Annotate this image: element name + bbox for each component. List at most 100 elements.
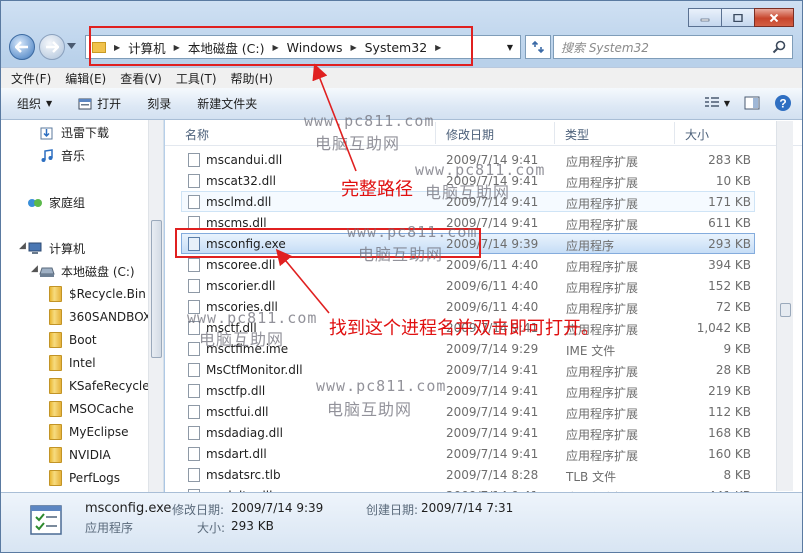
nav-folder-recycle-bin[interactable]: $Recycle.Bin bbox=[49, 286, 146, 302]
file-name: MsCtfMonitor.dll bbox=[206, 363, 303, 377]
menu-file[interactable]: 文件(F) bbox=[11, 70, 51, 87]
watermark-name: 电脑互助网 bbox=[315, 134, 401, 153]
window-caption-buttons bbox=[688, 8, 794, 27]
watermark-url: www.pc811.com bbox=[415, 161, 546, 179]
file-size: 283 KB bbox=[708, 153, 751, 167]
nav-item-homegroup[interactable]: 家庭组 bbox=[27, 194, 85, 211]
forward-arrow-icon bbox=[46, 41, 59, 53]
file-icon bbox=[188, 195, 200, 209]
file-type: 应用程序扩展 bbox=[566, 449, 639, 463]
nav-folder-label: MyEclipse bbox=[69, 425, 129, 439]
nav-folder-myeclipse[interactable]: MyEclipse bbox=[49, 424, 129, 440]
nav-item-local-disk[interactable]: 本地磁盘 (C:) bbox=[39, 263, 135, 280]
column-divider[interactable] bbox=[554, 122, 555, 144]
preview-pane-icon[interactable] bbox=[744, 96, 760, 110]
organize-label: 组织 bbox=[17, 97, 42, 111]
nav-item-computer[interactable]: 计算机 bbox=[27, 240, 85, 257]
column-divider[interactable] bbox=[674, 122, 675, 144]
file-date: 2009/6/11 4:40 bbox=[446, 300, 539, 314]
refresh-button[interactable] bbox=[525, 35, 551, 59]
file-date: 2009/7/14 8:28 bbox=[446, 468, 539, 482]
file-type: 应用程序扩展 bbox=[566, 176, 639, 190]
file-name: msctfp.dll bbox=[206, 384, 266, 398]
watermark-name: 电脑互助网 bbox=[199, 330, 285, 349]
details-modified-value: 2009/7/14 9:39 bbox=[231, 501, 324, 515]
file-size: 112 KB bbox=[708, 405, 751, 419]
nav-folder-label: 360SANDBOX bbox=[69, 310, 152, 324]
maximize-button[interactable] bbox=[721, 8, 755, 27]
file-list-scroll-thumb[interactable] bbox=[780, 303, 791, 317]
menu-tools[interactable]: 工具(T) bbox=[176, 70, 217, 87]
open-button[interactable]: 打开 bbox=[78, 95, 121, 112]
file-type: 应用程序扩展 bbox=[566, 428, 639, 442]
folder-icon bbox=[49, 424, 62, 440]
column-name[interactable]: 名称 bbox=[185, 126, 209, 143]
nav-scroll-thumb[interactable] bbox=[151, 220, 162, 358]
file-size: 168 KB bbox=[708, 426, 751, 440]
address-history-chevron-icon[interactable]: ▼ bbox=[502, 38, 518, 56]
nav-item-thunder-downloads[interactable]: 迅雷下载 bbox=[39, 124, 109, 141]
file-date: 2009/7/14 9:41 bbox=[446, 447, 539, 461]
nav-folder-nvidia[interactable]: NVIDIA bbox=[49, 447, 111, 463]
tree-expanded-icon[interactable]: ◢ bbox=[31, 264, 38, 274]
table-row[interactable]: msdadiag.dll 2009/7/14 9:41 应用程序扩展 168 KB bbox=[181, 422, 755, 443]
nav-folder-intel[interactable]: Intel bbox=[49, 355, 96, 371]
file-date: 2009/7/14 9:41 bbox=[446, 405, 539, 419]
column-modified[interactable]: 修改日期 bbox=[446, 126, 494, 143]
nav-folder-label: PerfLogs bbox=[69, 471, 121, 485]
burn-label: 刻录 bbox=[147, 97, 172, 111]
file-type: 应用程序扩展 bbox=[566, 386, 639, 400]
open-label: 打开 bbox=[97, 97, 122, 111]
table-row[interactable]: mscorier.dll 2009/6/11 4:40 应用程序扩展 152 KB bbox=[181, 275, 755, 296]
nav-scrollbar[interactable] bbox=[148, 120, 163, 492]
new-folder-button[interactable]: 新建文件夹 bbox=[197, 95, 257, 112]
recent-pages-chevron-icon[interactable] bbox=[67, 43, 76, 49]
nav-item-label: 本地磁盘 (C:) bbox=[61, 265, 135, 279]
details-file-type: 应用程序 bbox=[85, 521, 134, 535]
file-icon bbox=[188, 174, 200, 188]
table-row[interactable]: msdatsrc.tlb 2009/7/14 8:28 TLB 文件 8 KB bbox=[181, 464, 755, 485]
file-name: msdadiag.dll bbox=[206, 426, 283, 440]
column-type[interactable]: 类型 bbox=[565, 126, 589, 143]
column-divider[interactable] bbox=[435, 122, 436, 144]
file-size: 72 KB bbox=[715, 300, 751, 314]
nav-item-music[interactable]: 音乐 bbox=[39, 147, 85, 164]
table-row[interactable]: msdart.dll 2009/7/14 9:41 应用程序扩展 160 KB bbox=[181, 443, 755, 464]
search-input[interactable]: 搜索 System32 bbox=[553, 35, 793, 59]
close-button[interactable] bbox=[754, 8, 794, 27]
nav-folder-360sandbox[interactable]: 360SANDBOX bbox=[49, 309, 151, 325]
file-icon bbox=[188, 363, 200, 377]
file-date: 2009/6/11 4:40 bbox=[446, 279, 539, 293]
nav-folder-ksaferecycle[interactable]: KSafeRecycle bbox=[49, 378, 150, 394]
file-type: 应用程序扩展 bbox=[566, 197, 639, 211]
file-size: 611 KB bbox=[708, 216, 751, 230]
file-name: mscat32.dll bbox=[206, 174, 276, 188]
nav-item-label: 计算机 bbox=[49, 242, 86, 256]
help-icon[interactable]: ? bbox=[774, 94, 792, 112]
close-icon bbox=[769, 13, 779, 22]
nav-folder-msocache[interactable]: MSOCache bbox=[49, 401, 134, 417]
organize-button[interactable]: 组织 ▼ bbox=[17, 95, 52, 112]
nav-folder-boot[interactable]: Boot bbox=[49, 332, 97, 348]
nav-item-label: 家庭组 bbox=[49, 196, 86, 210]
file-name: mscorier.dll bbox=[206, 279, 276, 293]
table-row[interactable]: msdelta.dll2009/7/14 9:41应用程序扩展441 KB bbox=[181, 485, 755, 492]
table-row[interactable]: msctfp.dll 2009/7/14 9:41 应用程序扩展 219 KB bbox=[181, 380, 755, 401]
file-list-scrollbar[interactable] bbox=[776, 121, 793, 491]
table-row[interactable]: MsCtfMonitor.dll 2009/7/14 9:41 应用程序扩展 28 K… bbox=[181, 359, 755, 380]
menu-help[interactable]: 帮助(H) bbox=[231, 70, 273, 87]
burn-button[interactable]: 刻录 bbox=[147, 95, 171, 112]
view-mode-chevron-icon[interactable]: ▼ bbox=[724, 99, 730, 108]
menu-view[interactable]: 查看(V) bbox=[120, 70, 162, 87]
address-highlight-box bbox=[89, 26, 473, 66]
column-size[interactable]: 大小 bbox=[685, 126, 709, 143]
back-button[interactable] bbox=[9, 34, 35, 60]
file-size: 160 KB bbox=[708, 447, 751, 461]
table-row[interactable]: msctfui.dll 2009/7/14 9:41 应用程序扩展 112 KB bbox=[181, 401, 755, 422]
minimize-button[interactable] bbox=[688, 8, 722, 27]
view-mode-icon[interactable] bbox=[704, 97, 720, 109]
tree-expanded-icon[interactable]: ◢ bbox=[19, 241, 26, 251]
nav-folder-perflogs[interactable]: PerfLogs bbox=[49, 470, 120, 486]
forward-button[interactable] bbox=[39, 34, 65, 60]
menu-edit[interactable]: 编辑(E) bbox=[65, 70, 106, 87]
